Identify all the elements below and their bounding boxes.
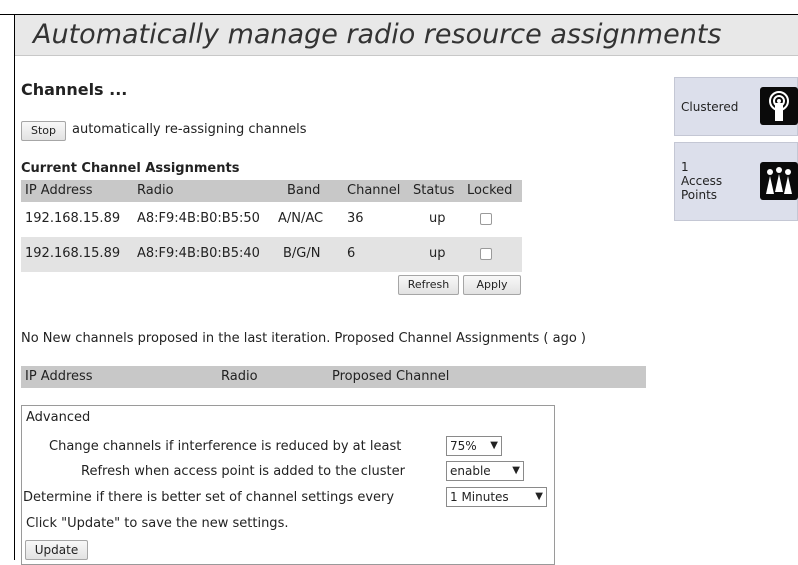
cluster-antenna-icon [760, 87, 798, 125]
column-header-proposed-channel: Proposed Channel [332, 369, 450, 384]
interval-select-value: 1 Minutes [450, 490, 509, 504]
column-header-ip: IP Address [25, 369, 93, 384]
stop-button[interactable]: Stop [21, 121, 66, 141]
cell-ip: 192.168.15.89 [25, 211, 121, 226]
dropdown-arrow-icon: ▼ [535, 491, 543, 502]
ap-label-points: Points [681, 188, 718, 202]
interference-select-value: 75% [450, 439, 477, 453]
current-assignments-title: Current Channel Assignments [21, 161, 240, 176]
refresh-button[interactable]: Refresh [398, 275, 459, 295]
frame-left-border [14, 14, 15, 560]
cell-channel: 6 [347, 246, 356, 261]
interference-select[interactable]: 75% ▼ [446, 436, 502, 456]
table-row: 192.168.15.89 A8:F9:4B:B0:B5:40 B/G/N 6 … [21, 237, 522, 272]
cell-radio: A8:F9:4B:B0:B5:40 [137, 246, 260, 261]
title-bar: Automatically manage radio resource assi… [15, 15, 798, 56]
refresh-on-add-select[interactable]: enable ▼ [446, 461, 524, 481]
interval-label: Determine if there is better set of chan… [23, 490, 395, 505]
apply-button[interactable]: Apply [463, 275, 521, 295]
table-row: 192.168.15.89 A8:F9:4B:B0:B5:50 A/N/AC 3… [21, 202, 522, 237]
column-header-channel: Channel [347, 183, 401, 198]
ap-count: 1 [681, 160, 689, 174]
channels-heading: Channels ... [21, 80, 128, 99]
column-header-radio: Radio [137, 183, 174, 198]
refresh-on-add-label: Refresh when access point is added to th… [81, 464, 405, 479]
update-hint: Click "Update" to save the new settings. [26, 516, 289, 531]
interference-label: Change channels if interference is reduc… [49, 439, 402, 454]
access-points-card[interactable]: 1 Access Points [674, 142, 798, 221]
refresh-on-add-select-value: enable [450, 464, 491, 478]
cell-radio: A8:F9:4B:B0:B5:50 [137, 211, 260, 226]
advanced-title: Advanced [26, 410, 91, 425]
page-title: Automatically manage radio resource assi… [33, 19, 722, 50]
ap-label-access: Access [681, 174, 723, 188]
locked-checkbox[interactable] [480, 213, 492, 225]
access-points-icon [760, 162, 798, 200]
column-header-radio: Radio [221, 369, 258, 384]
column-header-ip: IP Address [25, 183, 93, 198]
cell-band: B/G/N [283, 246, 321, 261]
column-header-locked: Locked [467, 183, 513, 198]
column-header-band: Band [287, 183, 321, 198]
column-header-status: Status [413, 183, 455, 198]
clustered-label: Clustered [681, 100, 739, 114]
advanced-settings-box [21, 405, 555, 565]
interval-select[interactable]: 1 Minutes ▼ [446, 487, 547, 507]
cell-band: A/N/AC [278, 211, 324, 226]
proposed-assignments-header: IP Address Radio Proposed Channel [21, 366, 646, 388]
cell-status: up [429, 246, 446, 261]
current-assignments-header: IP Address Radio Band Channel Status Loc… [21, 180, 522, 202]
locked-checkbox[interactable] [480, 248, 492, 260]
proposed-channels-message: No New channels proposed in the last ite… [21, 331, 586, 346]
cell-ip: 192.168.15.89 [25, 246, 121, 261]
dropdown-arrow-icon: ▼ [512, 465, 520, 476]
cell-status: up [429, 211, 446, 226]
cell-channel: 36 [347, 211, 364, 226]
update-button[interactable]: Update [25, 540, 88, 560]
clustered-card[interactable]: Clustered [674, 77, 798, 136]
dropdown-arrow-icon: ▼ [490, 440, 498, 451]
channel-status-text: automatically re-assigning channels [72, 122, 307, 137]
